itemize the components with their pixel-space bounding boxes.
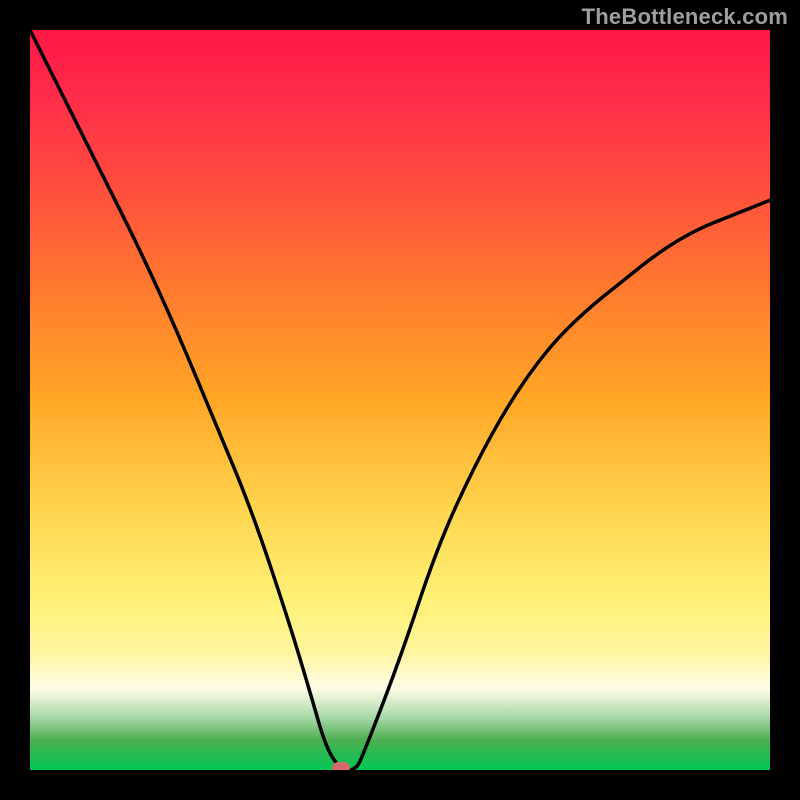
watermark-text: TheBottleneck.com (582, 4, 788, 30)
minimum-marker (332, 762, 350, 770)
chart-frame: TheBottleneck.com (0, 0, 800, 800)
bottleneck-curve-path (30, 30, 770, 770)
bottleneck-curve-svg (30, 30, 770, 770)
plot-area (30, 30, 770, 770)
